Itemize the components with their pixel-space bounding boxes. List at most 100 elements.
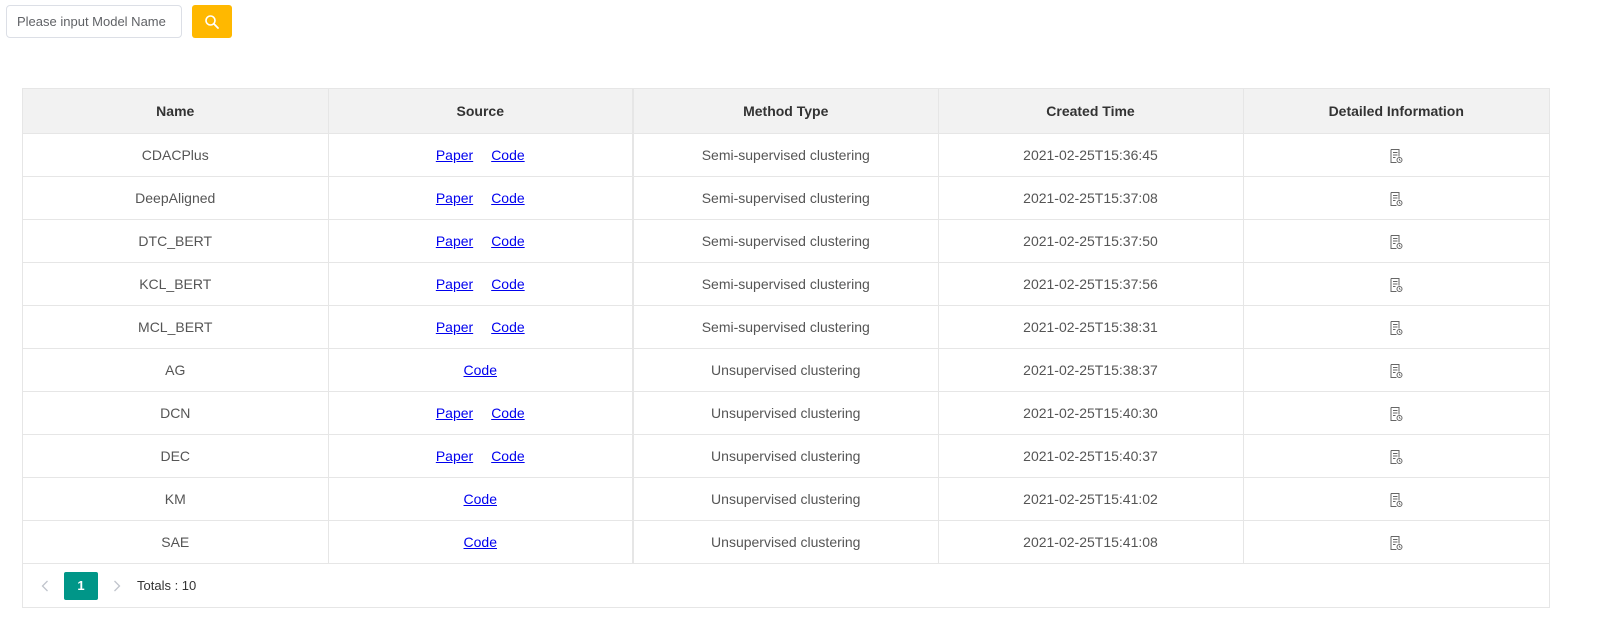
cell-name: KM [23, 477, 329, 521]
table-body: CDACPlus Paper Code Semi-supervised cluster… [23, 133, 1549, 564]
cell-detailed-information [1243, 219, 1549, 263]
paper-link[interactable]: Paper [436, 319, 473, 335]
cell-source: Paper Code [328, 262, 634, 306]
table-row: DCN Paper Code Unsupervised clustering 2021-… [23, 391, 1549, 435]
table-row: DTC_BERT Paper Code Semi-supervised cluster… [23, 219, 1549, 263]
table-row: KM Code Unsupervised clustering 2021-02-25T… [23, 477, 1549, 521]
prev-page-button[interactable] [35, 572, 55, 600]
cell-method-type: Unsupervised clustering [633, 391, 939, 435]
cell-created-time: 2021-02-25T15:37:50 [938, 219, 1244, 263]
document-icon[interactable] [1388, 363, 1404, 379]
pagination: 1 Totals : 10 [23, 564, 1549, 607]
document-icon[interactable] [1388, 277, 1404, 293]
paper-link[interactable]: Paper [436, 190, 473, 206]
search-button[interactable] [192, 5, 232, 38]
paper-link[interactable]: Paper [436, 233, 473, 249]
document-icon[interactable] [1388, 406, 1404, 422]
document-icon[interactable] [1388, 191, 1404, 207]
cell-method-type: Semi-supervised clustering [633, 133, 939, 177]
search-input[interactable] [6, 5, 182, 38]
code-link[interactable]: Code [491, 190, 524, 206]
paper-link[interactable]: Paper [436, 405, 473, 421]
document-icon[interactable] [1388, 234, 1404, 250]
cell-created-time: 2021-02-25T15:40:30 [938, 391, 1244, 435]
code-link[interactable]: Code [464, 362, 497, 378]
cell-created-time: 2021-02-25T15:36:45 [938, 133, 1244, 177]
column-header-name[interactable]: Name [23, 89, 329, 134]
cell-detailed-information [1243, 133, 1549, 177]
search-icon [205, 14, 219, 29]
paper-link[interactable]: Paper [436, 448, 473, 464]
document-icon[interactable] [1388, 148, 1404, 164]
cell-detailed-information [1243, 348, 1549, 392]
cell-source: Paper Code [328, 219, 634, 263]
cell-method-type: Semi-supervised clustering [633, 262, 939, 306]
code-link[interactable]: Code [464, 534, 497, 550]
cell-method-type: Unsupervised clustering [633, 348, 939, 392]
document-icon[interactable] [1388, 449, 1404, 465]
column-header-method-type[interactable]: Method Type [633, 89, 939, 134]
document-icon[interactable] [1388, 535, 1404, 551]
cell-detailed-information [1243, 520, 1549, 564]
document-icon[interactable] [1388, 492, 1404, 508]
column-header-source[interactable]: Source [328, 89, 634, 134]
cell-source: Paper Code [328, 434, 634, 478]
column-header-created-time[interactable]: Created Time [938, 89, 1244, 134]
cell-name: DTC_BERT [23, 219, 329, 263]
cell-created-time: 2021-02-25T15:38:31 [938, 305, 1244, 349]
code-link[interactable]: Code [491, 276, 524, 292]
cell-source: Paper Code [328, 305, 634, 349]
code-link[interactable]: Code [491, 147, 524, 163]
search-bar [6, 5, 232, 38]
cell-name: DeepAligned [23, 176, 329, 220]
cell-detailed-information [1243, 262, 1549, 306]
cell-method-type: Unsupervised clustering [633, 520, 939, 564]
code-link[interactable]: Code [491, 319, 524, 335]
code-link[interactable]: Code [491, 405, 524, 421]
table-row: CDACPlus Paper Code Semi-supervised cluster… [23, 133, 1549, 177]
cell-name: DCN [23, 391, 329, 435]
cell-name: SAE [23, 520, 329, 564]
paper-link[interactable]: Paper [436, 276, 473, 292]
cell-detailed-information [1243, 477, 1549, 521]
cell-created-time: 2021-02-25T15:38:37 [938, 348, 1244, 392]
cell-detailed-information [1243, 176, 1549, 220]
table-header-row: Name Source Method Type Created Time Det… [23, 89, 1549, 134]
paper-link[interactable]: Paper [436, 147, 473, 163]
cell-created-time: 2021-02-25T15:40:37 [938, 434, 1244, 478]
table-row: SAE Code Unsupervised clustering 2021-02-25… [23, 520, 1549, 564]
cell-method-type: Semi-supervised clustering [633, 176, 939, 220]
cell-method-type: Unsupervised clustering [633, 434, 939, 478]
cell-method-type: Semi-supervised clustering [633, 219, 939, 263]
table-row: DEC Paper Code Unsupervised clustering 2021-… [23, 434, 1549, 478]
cell-method-type: Semi-supervised clustering [633, 305, 939, 349]
cell-method-type: Unsupervised clustering [633, 477, 939, 521]
document-icon[interactable] [1388, 320, 1404, 336]
models-table: Name Source Method Type Created Time Det… [22, 88, 1550, 608]
cell-detailed-information [1243, 305, 1549, 349]
cell-source: Code [328, 477, 634, 521]
cell-name: AG [23, 348, 329, 392]
cell-created-time: 2021-02-25T15:37:08 [938, 176, 1244, 220]
cell-created-time: 2021-02-25T15:41:08 [938, 520, 1244, 564]
cell-source: Code [328, 348, 634, 392]
cell-source: Code [328, 520, 634, 564]
table-row: DeepAligned Paper Code Semi-supervised clus… [23, 176, 1549, 220]
chevron-left-icon [41, 580, 48, 591]
cell-created-time: 2021-02-25T15:37:56 [938, 262, 1244, 306]
page-button-current[interactable]: 1 [64, 571, 98, 600]
cell-source: Paper Code [328, 133, 634, 177]
table-row: KCL_BERT Paper Code Semi-supervised cluster… [23, 262, 1549, 306]
next-page-button[interactable] [107, 572, 127, 600]
code-link[interactable]: Code [491, 448, 524, 464]
chevron-right-icon [114, 580, 121, 591]
pagination-total: Totals : 10 [137, 578, 197, 593]
code-link[interactable]: Code [491, 233, 524, 249]
column-header-detailed-information[interactable]: Detailed Information [1243, 89, 1549, 134]
cell-detailed-information [1243, 434, 1549, 478]
cell-created-time: 2021-02-25T15:41:02 [938, 477, 1244, 521]
table-row: AG Code Unsupervised clustering 2021-02-25T… [23, 348, 1549, 392]
cell-name: KCL_BERT [23, 262, 329, 306]
cell-name: DEC [23, 434, 329, 478]
code-link[interactable]: Code [464, 491, 497, 507]
